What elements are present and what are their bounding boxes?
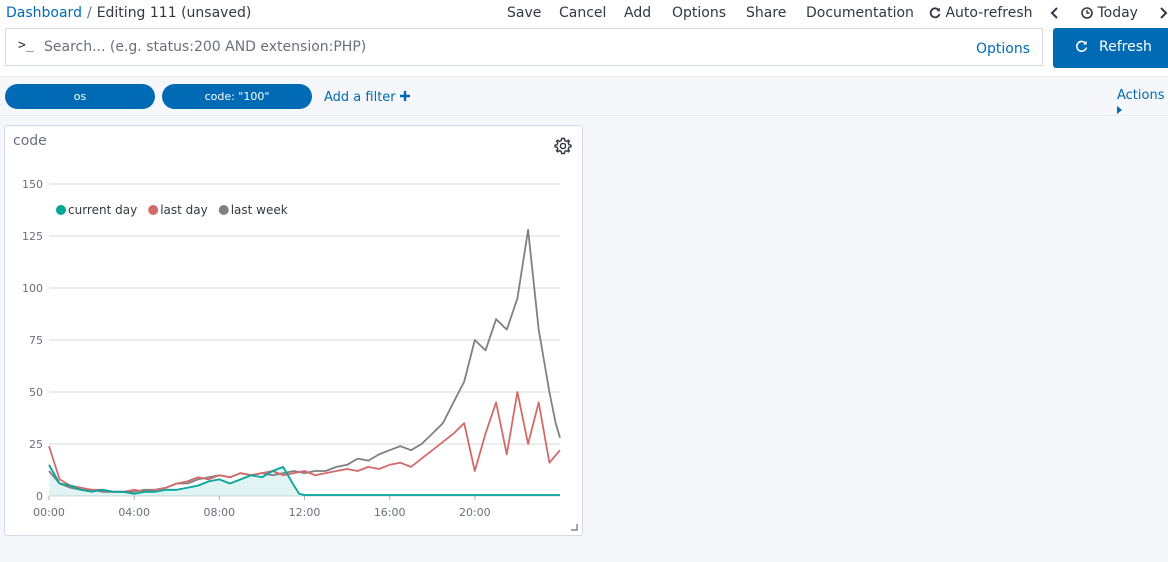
series-line-last-week	[48, 228, 561, 493]
add-filter-label: Add a filter	[324, 90, 396, 105]
search-input[interactable]	[44, 29, 944, 65]
documentation-link[interactable]: Documentation	[806, 5, 914, 21]
actions-menu-button[interactable]: Actions	[1117, 88, 1168, 118]
refresh-icon	[1076, 40, 1088, 52]
query-options-link[interactable]: Options	[976, 41, 1030, 57]
top-nav: Dashboard / Editing 111 (unsaved) Save Can…	[0, 0, 1168, 28]
add-button[interactable]: Add	[624, 5, 651, 21]
y-tick-label: 0	[36, 490, 43, 503]
save-button[interactable]: Save	[507, 5, 541, 21]
query-bar: >_ Options	[5, 28, 1043, 66]
legend-label-current-day: current day	[68, 203, 137, 217]
legend-marker-last-week	[218, 205, 229, 215]
add-filter-button[interactable]: Add a filter	[324, 90, 410, 105]
refresh-icon	[929, 7, 941, 19]
legend-label-last-week: last week	[231, 203, 288, 217]
caret-right-icon	[1117, 106, 1122, 114]
legend-marker-last-day	[148, 205, 159, 215]
time-range-label: Today	[1097, 5, 1138, 21]
visualization-panel: code 0 25 50 75 100 125 150 00:00 04:00 08:00 12:0…	[4, 125, 583, 536]
breadcrumb: Dashboard / Editing 111 (unsaved)	[6, 5, 251, 21]
actions-label: Actions	[1117, 88, 1165, 103]
x-tick-label: 08:00	[203, 506, 235, 519]
auto-refresh-button[interactable]: Auto-refresh	[929, 5, 1033, 21]
time-back-button[interactable]	[1050, 5, 1060, 21]
x-tick-label: 16:00	[374, 506, 406, 519]
breadcrumb-dashboard-link[interactable]: Dashboard	[6, 5, 82, 21]
filter-pill-code[interactable]: code: "100"	[162, 84, 312, 109]
series-line-last-day	[48, 391, 561, 493]
y-tick-label: 50	[29, 386, 43, 399]
legend-label-last-day: last day	[160, 203, 208, 217]
chevron-right-icon	[1160, 7, 1168, 19]
x-tick-label: 00:00	[33, 506, 65, 519]
filter-bar: os code: "100" Add a filter Actions	[0, 76, 1168, 116]
resize-handle-icon[interactable]	[571, 524, 578, 531]
cancel-button[interactable]: Cancel	[559, 5, 606, 21]
series-line-current-day	[48, 464, 560, 496]
query-prompt-icon: >_	[18, 38, 34, 53]
y-tick-label: 150	[22, 178, 43, 191]
filter-pill-os[interactable]: os	[5, 84, 155, 109]
chevron-left-icon	[1050, 7, 1058, 19]
y-tick-label: 125	[22, 230, 43, 243]
legend-marker-current-day	[56, 205, 66, 215]
time-picker-button[interactable]: Today	[1081, 5, 1138, 21]
options-menu-button[interactable]: Options	[672, 5, 726, 21]
x-tick-label: 20:00	[459, 506, 491, 519]
time-forward-button[interactable]	[1158, 5, 1168, 21]
share-button[interactable]: Share	[746, 5, 786, 21]
refresh-label: Refresh	[1099, 39, 1152, 55]
plus-icon	[399, 91, 410, 101]
y-tick-label: 100	[22, 282, 43, 295]
breadcrumb-separator: /	[86, 5, 92, 21]
y-tick-label: 75	[29, 334, 43, 347]
line-chart: 0 25 50 75 100 125 150 00:00 04:00 08:00 12:00 16:0…	[22, 178, 561, 519]
refresh-button[interactable]: Refresh	[1053, 28, 1168, 68]
auto-refresh-label: Auto-refresh	[945, 5, 1033, 21]
breadcrumb-current: Editing 111 (unsaved)	[96, 5, 252, 21]
clock-icon	[1081, 7, 1093, 19]
x-tick-label: 04:00	[118, 506, 150, 519]
y-tick-label: 25	[29, 438, 43, 451]
x-tick-label: 12:00	[289, 506, 321, 519]
